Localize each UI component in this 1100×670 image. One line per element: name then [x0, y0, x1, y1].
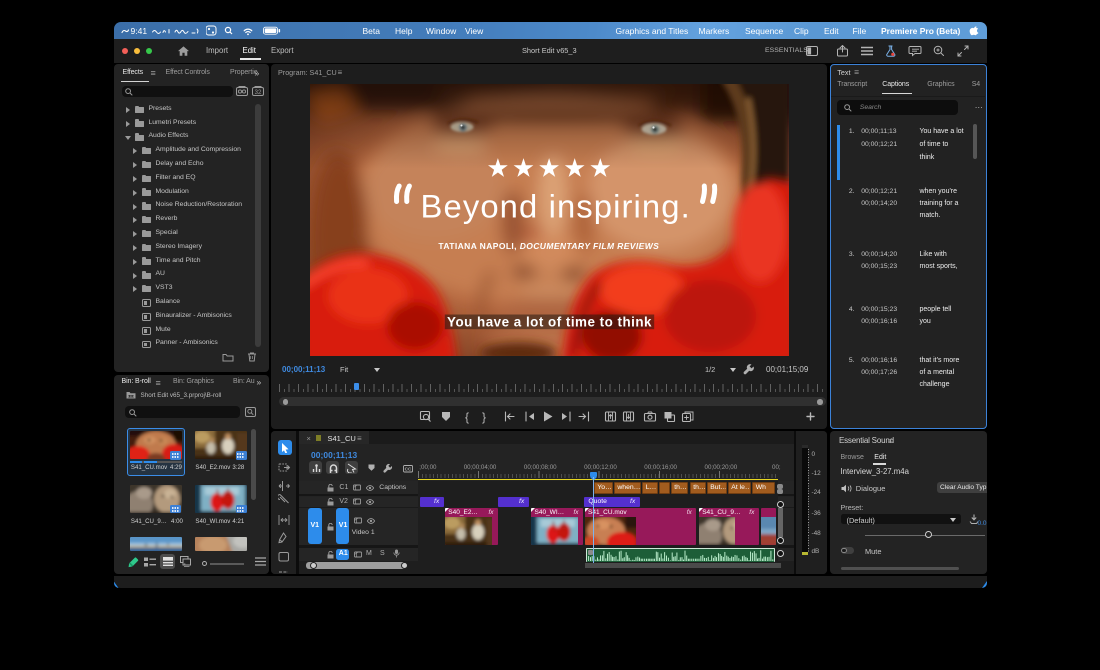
svg-text:32: 32 — [254, 90, 261, 96]
svg-text:{: { — [465, 410, 469, 424]
svg-text:Beyond inspiring.: Beyond inspiring. — [421, 188, 691, 225]
svg-text:You have a lot of time to thin: You have a lot of time to think — [447, 314, 652, 329]
svg-text:CC: CC — [404, 467, 411, 472]
svg-text:}: } — [482, 410, 486, 424]
svg-text:TATIANA NAPOLI, DOCUMENTARY FI: TATIANA NAPOLI, DOCUMENTARY FILM REVIEWS — [438, 241, 659, 251]
